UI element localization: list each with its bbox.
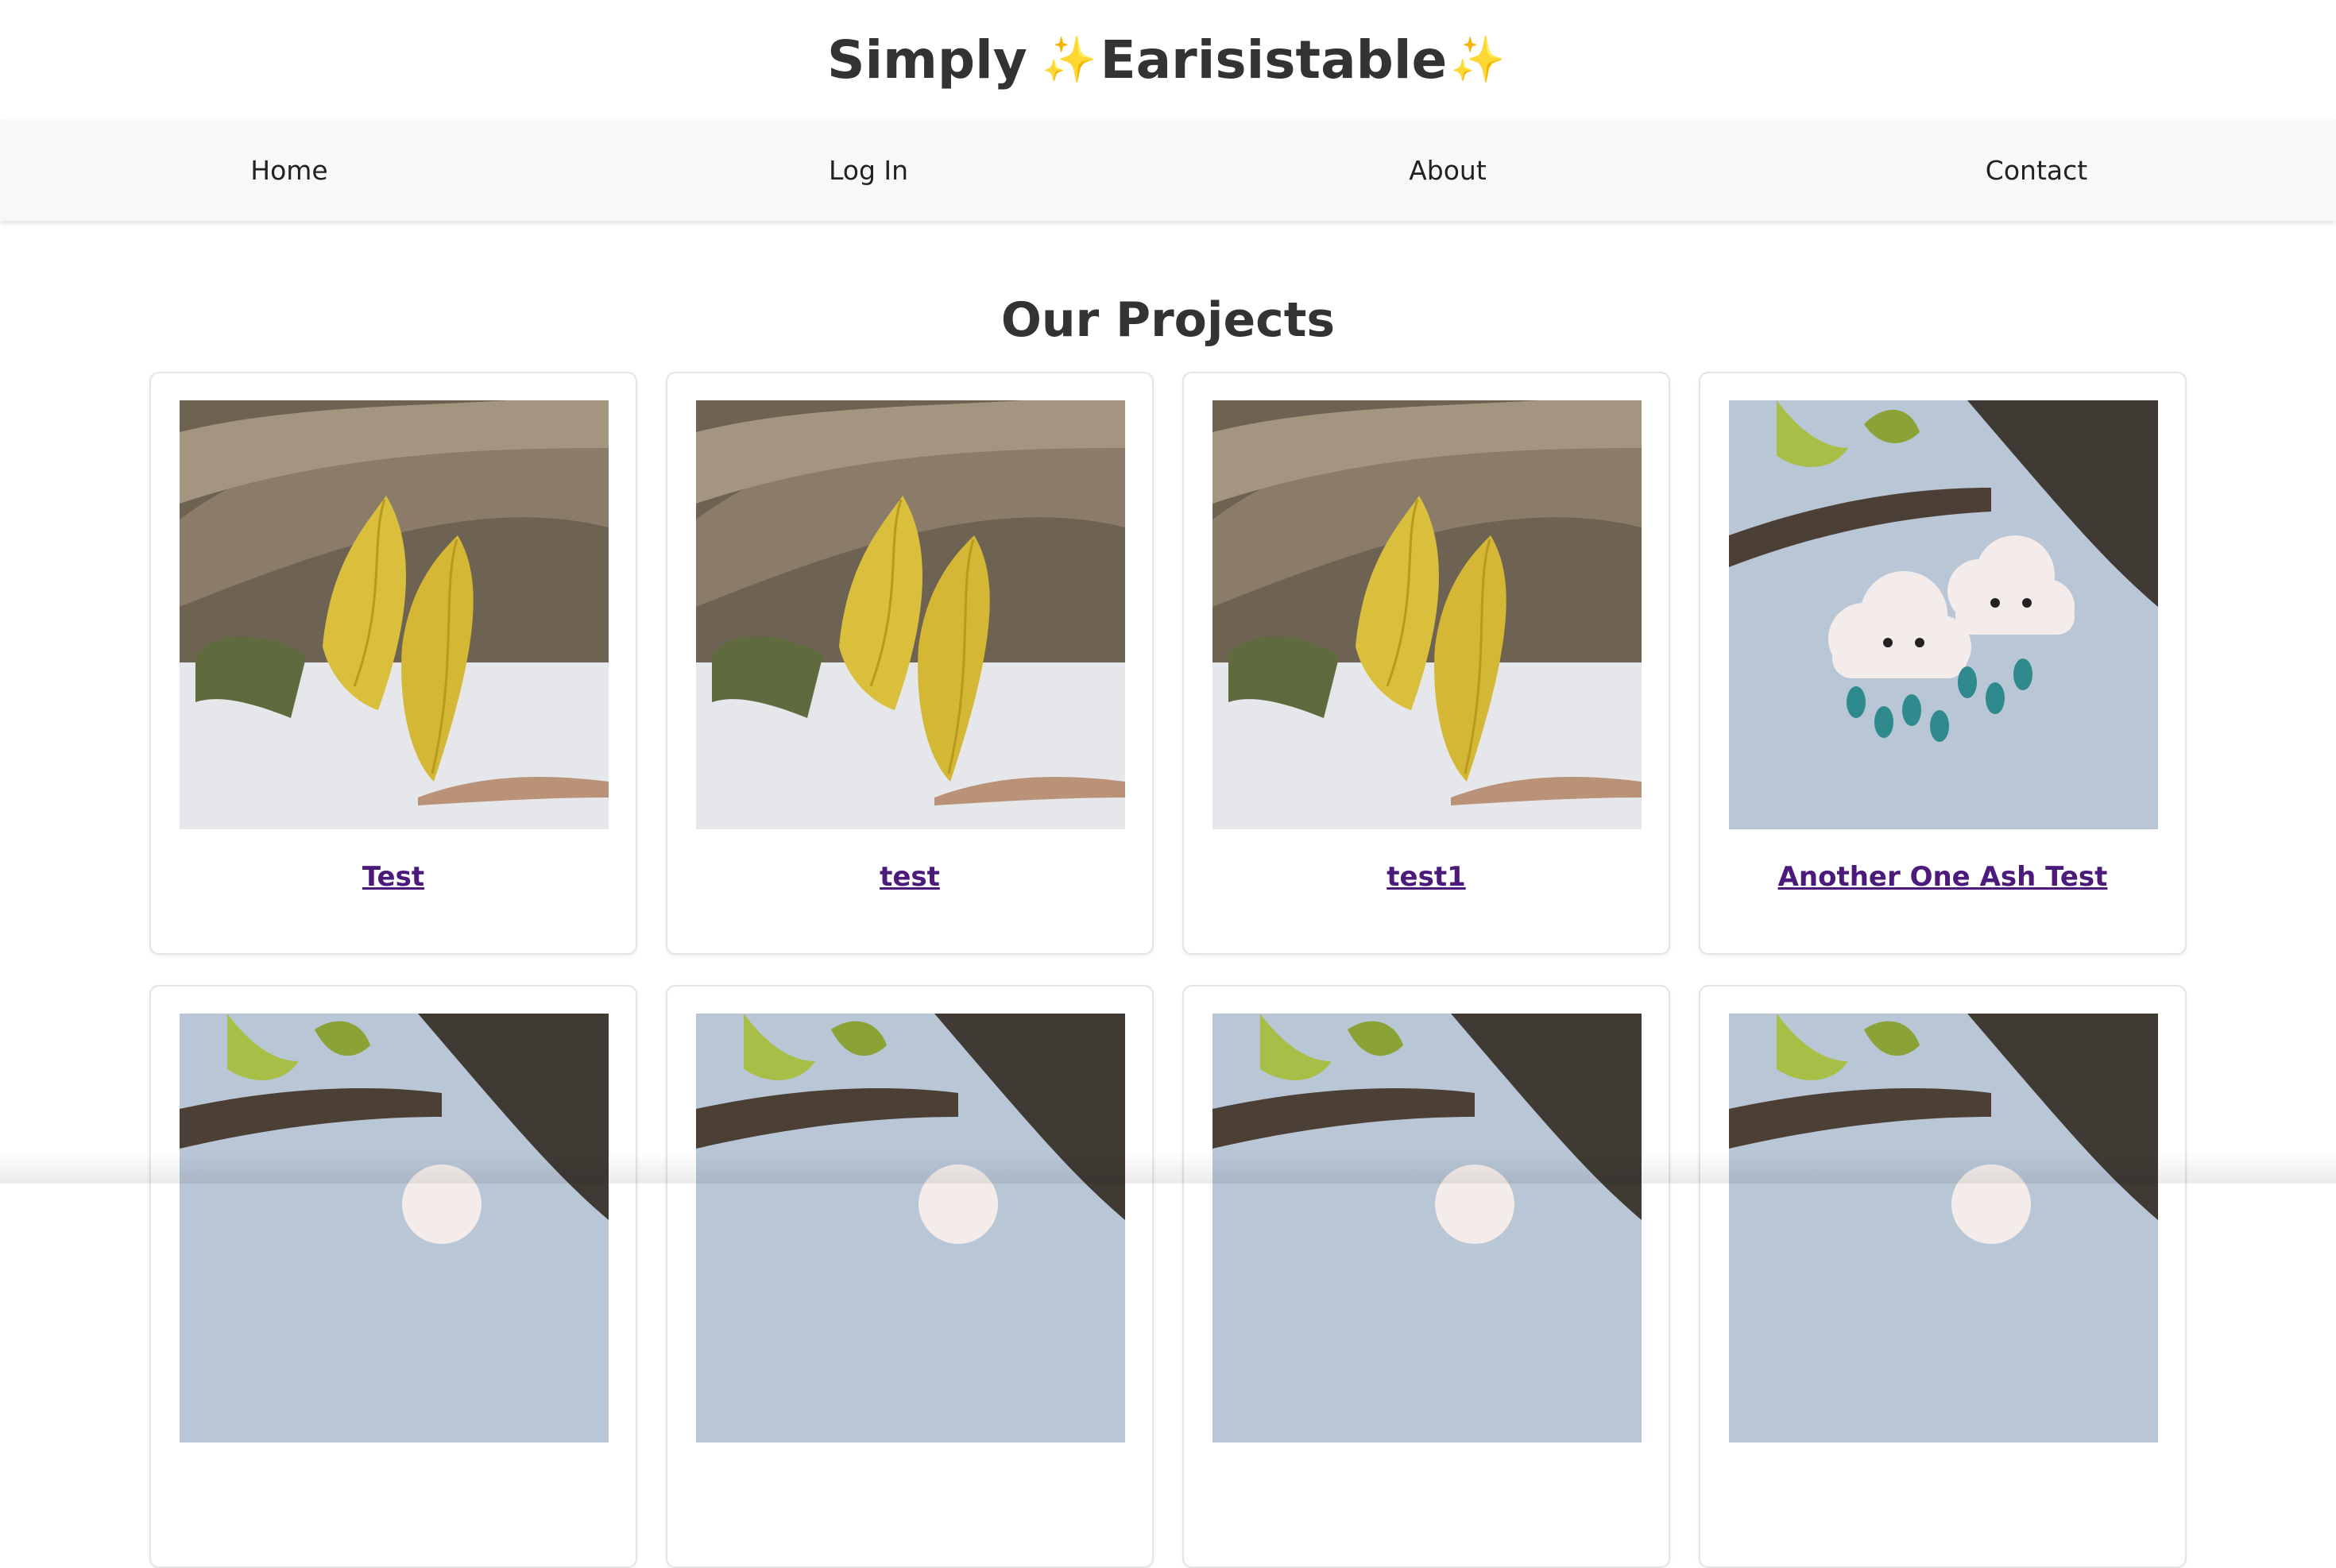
project-card[interactable] bbox=[1182, 985, 1670, 1568]
project-card[interactable]: test1 bbox=[1182, 372, 1670, 955]
gold-leaf-earrings-picture bbox=[1212, 400, 1642, 829]
project-title-link[interactable]: Another One Ash Test bbox=[1729, 861, 2156, 893]
site-title-part1: Simply bbox=[827, 29, 1027, 91]
project-title-link[interactable]: Test bbox=[180, 861, 607, 893]
gold-leaf-earrings-picture bbox=[180, 400, 609, 829]
project-title-link[interactable]: test1 bbox=[1212, 861, 1640, 893]
cloud-raindrop-earrings-image[interactable] bbox=[1729, 400, 2158, 829]
site-title: Simply ✨ Earisistable ✨ bbox=[827, 29, 1509, 91]
gold-leaf-earrings-image[interactable] bbox=[180, 400, 609, 829]
sparkle-icon: ✨ bbox=[1450, 33, 1506, 86]
cloud-raindrop-earrings-picture bbox=[696, 1014, 1125, 1442]
site-title-part2: Earisistable bbox=[1100, 29, 1448, 91]
main-nav: Home Log In About Contact bbox=[0, 119, 2336, 221]
project-card[interactable]: test bbox=[666, 372, 1154, 955]
cloud-raindrop-earrings-picture bbox=[180, 1014, 609, 1442]
nav-about-link[interactable]: About bbox=[1368, 119, 1527, 221]
cloud-raindrop-earrings-picture bbox=[1729, 1014, 2158, 1442]
project-card[interactable]: Test bbox=[149, 372, 637, 955]
gold-leaf-earrings-image[interactable] bbox=[696, 400, 1125, 829]
gold-leaf-earrings-image[interactable] bbox=[1212, 400, 1642, 829]
viewport-bottom-shadow bbox=[0, 1152, 2336, 1184]
project-title-link[interactable]: test bbox=[696, 861, 1124, 893]
nav-contact-link[interactable]: Contact bbox=[1957, 119, 2116, 221]
project-card[interactable] bbox=[149, 985, 637, 1568]
cloud-raindrop-earrings-picture bbox=[1212, 1014, 1642, 1442]
gold-leaf-earrings-picture bbox=[696, 400, 1125, 829]
project-card[interactable] bbox=[666, 985, 1154, 1568]
nav-login-link[interactable]: Log In bbox=[789, 119, 948, 221]
nav-home-link[interactable]: Home bbox=[210, 119, 369, 221]
cloud-raindrop-earrings-image[interactable] bbox=[696, 1014, 1125, 1442]
cloud-raindrop-earrings-image[interactable] bbox=[1729, 1014, 2158, 1442]
cloud-raindrop-earrings-picture bbox=[1729, 400, 2158, 829]
site-header: Simply ✨ Earisistable ✨ bbox=[0, 0, 2336, 119]
cloud-raindrop-earrings-image[interactable] bbox=[1212, 1014, 1642, 1442]
cloud-raindrop-earrings-image[interactable] bbox=[180, 1014, 609, 1442]
section-title: Our Projects bbox=[0, 284, 2336, 356]
sparkle-icon: ✨ bbox=[1042, 33, 1097, 86]
project-card[interactable]: Another One Ash Test bbox=[1699, 372, 2187, 955]
project-card[interactable] bbox=[1699, 985, 2187, 1568]
projects-grid: Test test bbox=[149, 372, 2187, 1568]
